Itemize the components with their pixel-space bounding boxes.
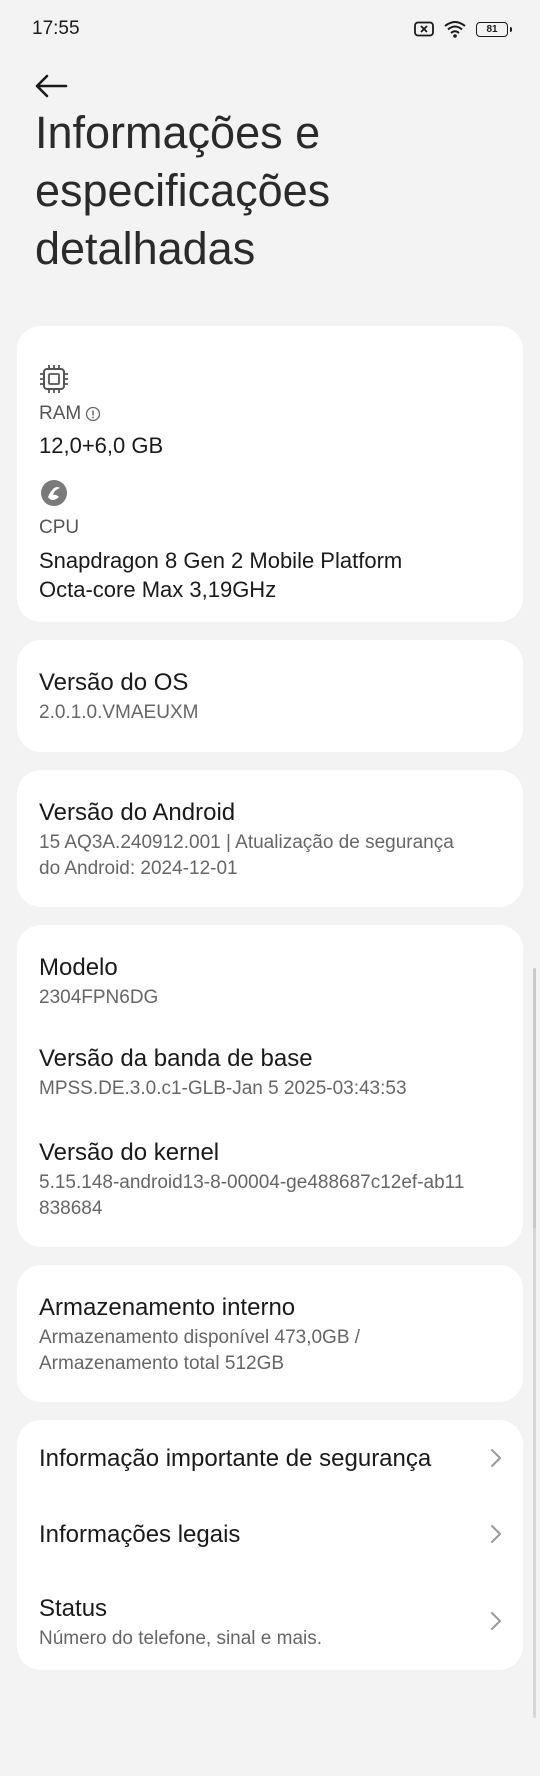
chevron-right-icon <box>491 1525 501 1543</box>
os-version-card[interactable]: Versão do OS 2.0.1.0.VMAEUXM <box>17 640 523 752</box>
scrollbar-thumb[interactable] <box>533 1228 536 1718</box>
chevron-right-icon <box>491 1612 501 1630</box>
os-version-value: 2.0.1.0.VMAEUXM <box>39 702 199 723</box>
storage-title: Armazenamento interno <box>39 1294 296 1321</box>
info-icon[interactable] <box>85 406 101 422</box>
baseband-value: MPSS.DE.3.0.c1-GLB-Jan 5 2025-03:43:53 <box>39 1078 407 1099</box>
ram-value: 12,0+6,0 GB <box>39 433 164 458</box>
android-version-title: Versão do Android <box>39 799 236 826</box>
android-version-card[interactable]: Versão do Android 15 AQ3A.240912.001 | A… <box>17 770 523 907</box>
chip-icon <box>40 365 68 393</box>
links-card: Informação importante de segurança Infor… <box>17 1420 523 1670</box>
arrow-left-icon <box>35 74 68 98</box>
storage-card[interactable]: Armazenamento interno Armazenamento disp… <box>17 1265 523 1402</box>
battery-icon: 81 <box>476 21 512 37</box>
back-button[interactable] <box>34 66 78 106</box>
baseband-row[interactable]: Versão da banda de base MPSS.DE.3.0.c1-G… <box>39 1044 501 1102</box>
model-title: Modelo <box>39 954 118 981</box>
model-value: 2304FPN6DG <box>39 987 159 1008</box>
model-row[interactable]: Modelo 2304FPN6DG <box>39 953 501 1011</box>
cpu-line1: Snapdragon 8 Gen 2 Mobile Platform <box>39 548 403 573</box>
legal-info-item[interactable]: Informações legais <box>17 1496 523 1572</box>
android-version-line2: do Android: 2024-12-01 <box>39 858 238 879</box>
storage-line1: Armazenamento disponível 473,0GB / <box>39 1327 361 1348</box>
status-subtitle: Número do telefone, sinal e mais. <box>39 1628 323 1649</box>
status-item[interactable]: Status Número do telefone, sinal e mais. <box>17 1572 523 1670</box>
kernel-line2: 838684 <box>39 1198 103 1219</box>
device-info-card: Modelo 2304FPN6DG Versão da banda de bas… <box>17 925 523 1247</box>
ram-label: RAM <box>39 403 82 424</box>
baseband-title: Versão da banda de base <box>39 1045 313 1072</box>
clock: 17:55 <box>32 18 80 39</box>
page-title: Informações e especificações detalhadas <box>35 107 331 274</box>
storage-line2: Armazenamento total 512GB <box>39 1353 285 1374</box>
status-bar: 17:55 81 <box>0 0 540 58</box>
cpu-line2: Octa-core Max 3,19GHz <box>39 577 277 602</box>
cpu-label: CPU <box>39 517 80 538</box>
kernel-title: Versão do kernel <box>39 1139 220 1166</box>
legal-info-label: Informações legais <box>39 1521 241 1548</box>
battery-level: 81 <box>486 23 498 35</box>
status-title: Status <box>39 1595 108 1622</box>
safety-info-item[interactable]: Informação importante de segurança <box>17 1420 523 1496</box>
sim-off-icon <box>414 21 434 37</box>
cpu-row: CPU Snapdragon 8 Gen 2 Mobile Platform O… <box>39 516 501 604</box>
hardware-card: RAM 12,0+6,0 GB CPU Snapdragon 8 Gen 2 M… <box>17 326 523 622</box>
safety-info-label: Informação importante de segurança <box>39 1445 432 1472</box>
ram-row: RAM 12,0+6,0 GB <box>39 402 501 460</box>
kernel-row[interactable]: Versão do kernel 5.15.148-android13-8-00… <box>39 1138 501 1222</box>
android-version-line1: 15 AQ3A.240912.001 | Atualização de segu… <box>39 832 454 853</box>
snapdragon-icon <box>41 480 67 506</box>
kernel-line1: 5.15.148-android13-8-00004-ge488687c12ef… <box>39 1172 465 1193</box>
status-icons: 81 <box>414 20 512 38</box>
wifi-icon <box>444 21 466 38</box>
os-version-title: Versão do OS <box>39 669 189 696</box>
chevron-right-icon <box>491 1449 501 1467</box>
